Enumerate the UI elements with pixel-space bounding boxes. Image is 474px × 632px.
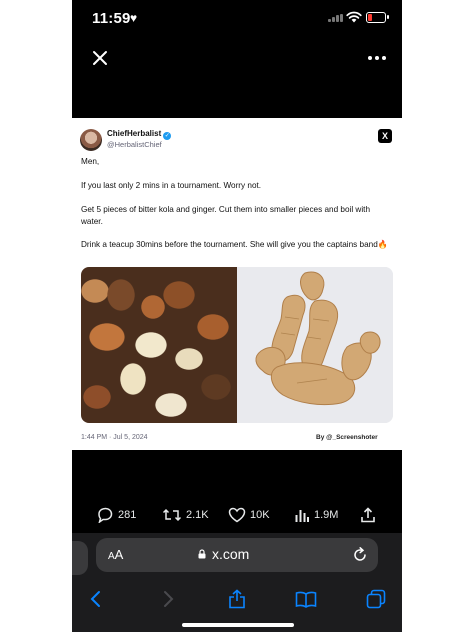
heart-outline-icon <box>228 507 246 523</box>
aa-small-letter: A <box>108 551 115 562</box>
avatar <box>80 129 102 151</box>
address-bar-area: AA x.com <box>72 533 402 583</box>
forward-button[interactable] <box>154 587 182 611</box>
phone-screen: 11:59 ♥ ChiefHerbalist ✓ @HerbalistChief … <box>72 0 402 632</box>
reload-icon[interactable] <box>352 547 368 563</box>
reply-button[interactable]: 281 <box>96 503 136 527</box>
repost-count: 2.1K <box>186 509 209 521</box>
reply-icon <box>98 507 113 523</box>
address-bar[interactable]: AA x.com <box>96 538 378 572</box>
views-bar-chart-icon <box>295 510 309 522</box>
share-sheet-button[interactable] <box>223 587 251 611</box>
previous-tab-peek[interactable] <box>72 541 88 575</box>
book-open-icon <box>295 591 317 608</box>
author-handle: @HerbalistChief <box>107 140 162 149</box>
heart-icon: ♥ <box>130 11 138 25</box>
more-dots-icon[interactable] <box>366 48 388 68</box>
close-icon[interactable] <box>90 48 110 68</box>
home-indicator[interactable] <box>182 623 294 627</box>
tabs-button[interactable] <box>362 587 390 611</box>
author-name-row: ChiefHerbalist ✓ <box>107 129 172 140</box>
lock-icon <box>198 549 206 559</box>
chevron-left-icon <box>90 591 100 607</box>
status-time: 11:59 <box>92 10 131 27</box>
x-logo-icon: X <box>378 129 392 143</box>
reader-aa-button[interactable]: AA <box>108 547 123 562</box>
share-button[interactable] <box>360 503 376 527</box>
aa-large-letter: A <box>114 547 124 562</box>
tweet-paragraph: Drink a teacup 30mins before the tournam… <box>81 240 388 249</box>
share-icon <box>229 589 245 609</box>
tabs-overview-icon <box>366 589 386 609</box>
ginger-photo[interactable] <box>237 267 393 423</box>
like-count: 10K <box>250 509 270 521</box>
tweet-paragraph: Men, <box>81 157 100 166</box>
cellular-signal-icon <box>328 14 348 22</box>
back-button[interactable] <box>82 587 110 611</box>
views-button[interactable]: 1.9M <box>294 503 338 527</box>
tweet-actions: 281 2.1K 10K 1.9M <box>72 503 402 527</box>
tweet-timestamp: 1:44 PM · Jul 5, 2024 <box>81 434 148 441</box>
bookmarks-button[interactable] <box>292 587 320 611</box>
repost-icon <box>162 508 182 522</box>
screenshot-credit: By @_Screenshoter <box>316 434 378 441</box>
url-text[interactable]: x.com <box>212 546 249 562</box>
like-button[interactable]: 10K <box>228 503 270 527</box>
battery-icon <box>366 12 389 23</box>
repost-button[interactable]: 2.1K <box>162 503 209 527</box>
author-name: ChiefHerbalist <box>107 129 162 138</box>
reply-count: 281 <box>118 509 137 521</box>
chevron-right-icon <box>164 591 174 607</box>
tweet-paragraph: If you last only 2 mins in a tournament.… <box>81 181 262 190</box>
view-count: 1.9M <box>314 509 339 521</box>
status-bar: 11:59 ♥ <box>72 0 402 36</box>
tweet-card: ChiefHerbalist ✓ @HerbalistChief X Men, I… <box>72 118 402 450</box>
wifi-icon <box>346 11 362 23</box>
tweet-media[interactable] <box>81 267 393 423</box>
tweet-paragraph: Get 5 pieces of bitter kola and ginger. … <box>81 205 370 226</box>
bitter-kola-photo[interactable] <box>81 267 237 423</box>
browser-toolbar <box>72 583 402 632</box>
share-upload-icon <box>361 507 375 523</box>
verified-badge-icon: ✓ <box>163 132 172 140</box>
